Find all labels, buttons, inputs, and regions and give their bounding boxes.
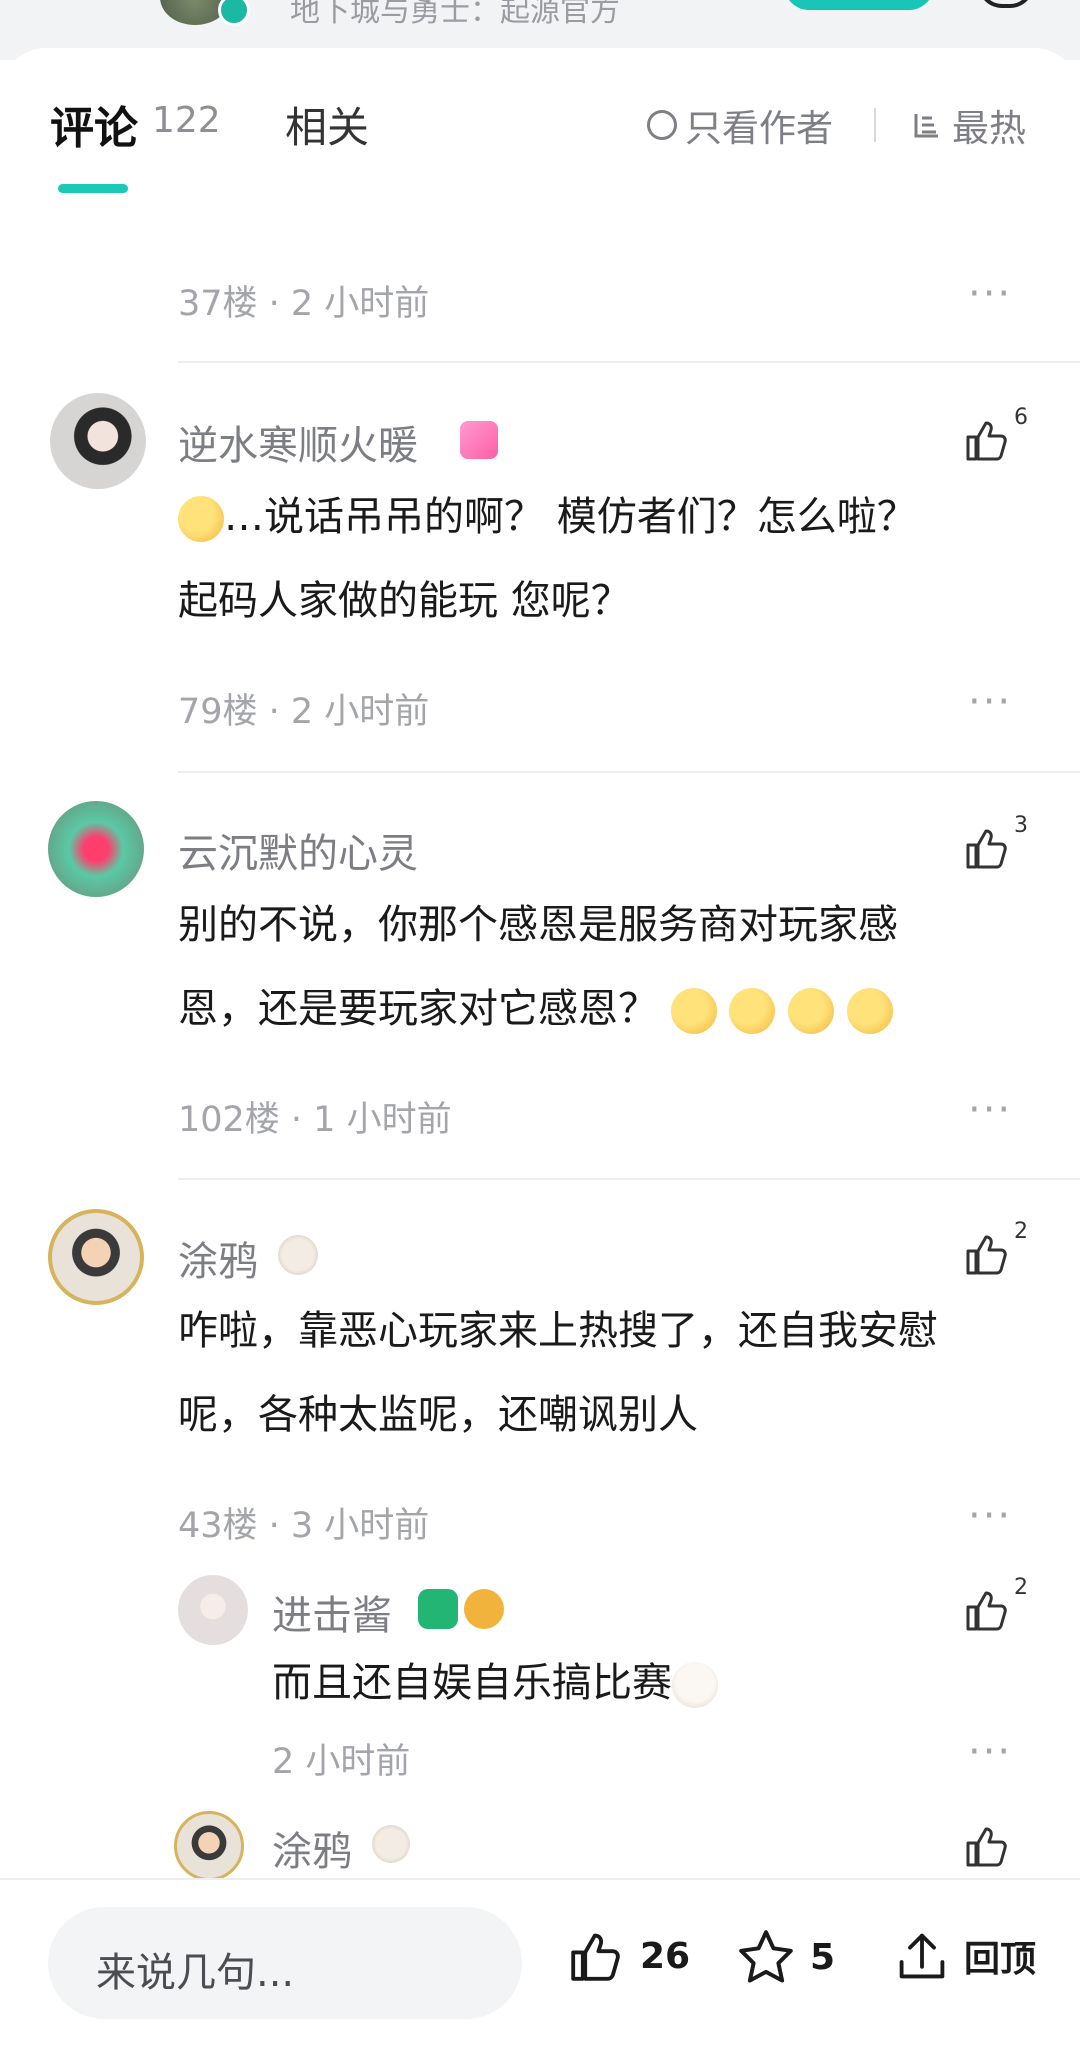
comment-text: 别的不说，你那个感恩是服务商对玩家感 xyxy=(178,902,898,948)
cat-emoji-icon xyxy=(672,1662,718,1708)
like-button[interactable]: 26 xyxy=(564,1926,690,1986)
comment-text: 呢，各种太监呢，还嘲讽别人 xyxy=(178,1392,698,1438)
comments-count: 122 xyxy=(152,100,221,141)
avatar[interactable] xyxy=(48,801,144,897)
reply-meta: 2 小时前 xyxy=(272,1742,411,1782)
comment-username[interactable]: 逆水寒顺火暖 xyxy=(178,413,418,471)
comment-meta: 102楼 · 1 小时前 xyxy=(178,1100,452,1140)
favorite-button[interactable]: 5 xyxy=(734,1926,835,1988)
comment-text: 起码人家做的能玩 您呢？ xyxy=(178,578,631,624)
bottom-action-bar: 来说几句... 26 5 回顶 xyxy=(0,1878,1080,2053)
flower-emoji-icon xyxy=(788,988,835,1034)
author-only-label: 只看作者 xyxy=(685,107,833,150)
comments-list: 37楼 · 2 小时前 ··· 逆水寒顺火暖 6 …说话吊吊的啊？ 模仿者们？怎… xyxy=(0,193,1080,1878)
flower-emoji-icon xyxy=(729,988,776,1034)
tab-active-indicator xyxy=(58,184,128,193)
level-badge-icon xyxy=(464,1589,504,1629)
like-count: 2 xyxy=(1014,1575,1028,1600)
more-options-icon[interactable]: ··· xyxy=(968,1087,1012,1133)
upload-arrow-icon xyxy=(899,1933,945,1979)
comment-text: 恩，还是要玩家对它感恩？ xyxy=(178,967,893,1051)
divider xyxy=(178,361,1080,363)
user-badge-icon xyxy=(278,1235,318,1275)
comment-meta: 43楼 · 3 小时前 xyxy=(178,1506,430,1546)
reply-avatar[interactable] xyxy=(178,1575,248,1645)
more-options-icon[interactable]: ··· xyxy=(968,271,1012,317)
comment-meta: 79楼 · 2 小时前 xyxy=(178,692,430,732)
avatar[interactable] xyxy=(50,393,146,489)
divider xyxy=(178,1178,1080,1180)
comment-text: 咋啦，靠恶心玩家来上热搜了，还自我安慰 xyxy=(178,1308,938,1354)
post-source: 地下城与勇士：起源官方 xyxy=(290,0,620,29)
reply-username[interactable]: 涂鸦 xyxy=(272,1819,352,1877)
more-options-icon[interactable]: ··· xyxy=(968,1729,1012,1775)
tabs-separator xyxy=(874,108,876,142)
flower-emoji-icon xyxy=(670,988,717,1034)
follow-button[interactable] xyxy=(784,0,934,10)
like-count: 26 xyxy=(640,1935,691,1977)
more-icon[interactable] xyxy=(978,0,1034,8)
reply-avatar[interactable] xyxy=(174,1811,244,1878)
sort-hottest-button[interactable]: 最热 xyxy=(910,98,1026,152)
comments-tabs: 评论 122 相关 只看作者 最热 xyxy=(0,48,1080,193)
smile-emoji-icon xyxy=(178,496,224,542)
verified-icon xyxy=(218,0,250,26)
reply-text: 而且还自娱自乐搞比赛 xyxy=(272,1641,718,1725)
comment-text: …说话吊吊的啊？ 模仿者们？怎么啦？ xyxy=(178,475,917,559)
star-icon xyxy=(739,1930,793,1983)
comment-input[interactable]: 来说几句... xyxy=(48,1907,522,2019)
reply-username[interactable]: 进击酱 xyxy=(272,1583,392,1641)
sort-hottest-label: 最热 xyxy=(952,107,1026,150)
flower-emoji-icon xyxy=(846,988,893,1034)
gamepad-badge-icon xyxy=(418,1589,458,1629)
divider xyxy=(178,771,1080,773)
tab-related[interactable]: 相关 xyxy=(285,94,369,155)
favorite-count: 5 xyxy=(810,1936,836,1978)
author-only-toggle[interactable]: 只看作者 xyxy=(647,98,833,152)
user-badge-icon xyxy=(372,1825,410,1863)
like-icon[interactable] xyxy=(962,823,1012,873)
comment-username[interactable]: 涂鸦 xyxy=(178,1229,258,1287)
more-options-icon[interactable]: ··· xyxy=(968,679,1012,725)
comment-input-placeholder: 来说几句... xyxy=(96,1950,295,1996)
thumbs-up-icon xyxy=(571,1933,620,1981)
like-icon[interactable] xyxy=(962,415,1012,465)
comment-meta: 37楼 · 2 小时前 xyxy=(178,284,430,324)
more-options-icon[interactable]: ··· xyxy=(968,1493,1012,1539)
sort-icon xyxy=(914,114,938,138)
like-count: 3 xyxy=(1014,813,1028,838)
like-count: 2 xyxy=(1014,1219,1028,1244)
user-badge-icon xyxy=(460,421,498,459)
radio-icon xyxy=(647,110,677,140)
like-count: 6 xyxy=(1014,405,1028,430)
like-icon[interactable] xyxy=(962,1585,1012,1635)
avatar[interactable] xyxy=(48,1209,144,1305)
comment-username[interactable]: 云沉默的心灵 xyxy=(178,821,418,879)
like-icon[interactable] xyxy=(962,1229,1012,1279)
like-icon[interactable] xyxy=(962,1821,1012,1871)
tab-comments[interactable]: 评论 xyxy=(50,92,138,156)
back-to-top-button[interactable]: 回顶 xyxy=(892,1926,1036,1986)
back-to-top-label: 回顶 xyxy=(964,1939,1037,1980)
